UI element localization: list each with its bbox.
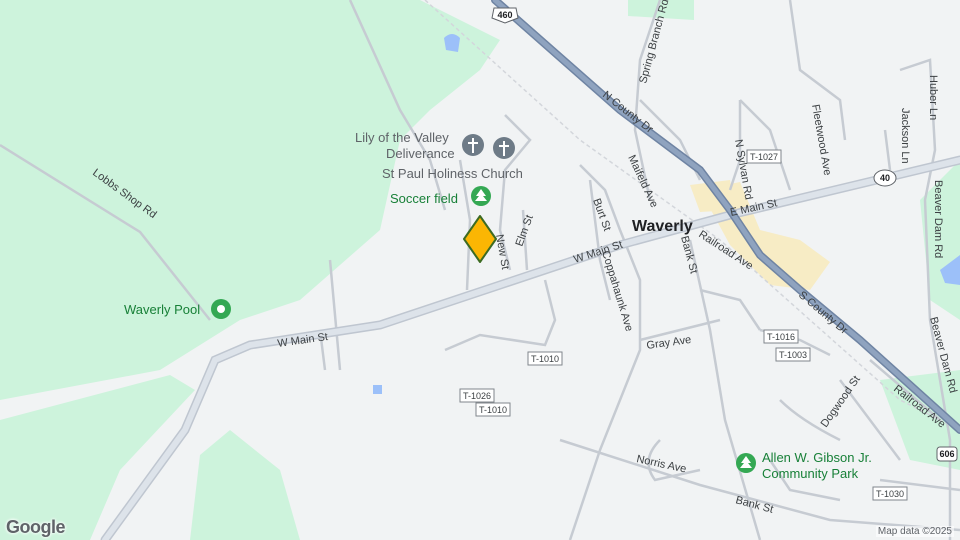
svg-text:T-1010: T-1010	[531, 354, 559, 364]
poi-allen-w-gibson-park[interactable]: Allen W. Gibson Jr. Community Park	[736, 450, 872, 481]
route-shield-t1010-b: T-1010	[475, 402, 511, 417]
svg-text:T-1026: T-1026	[463, 391, 491, 401]
church-icon-2[interactable]	[493, 137, 515, 159]
google-logo: Google	[6, 517, 66, 537]
pool-icon	[211, 299, 231, 319]
label-coppahaunk-ave: Coppahaunk Ave	[599, 249, 635, 332]
svg-text:T-1016: T-1016	[767, 332, 795, 342]
route-shield-t1026: T-1026	[459, 388, 495, 403]
label-bank-st-2: Bank St	[734, 494, 774, 516]
svg-text:Deliverance: Deliverance	[386, 146, 455, 161]
route-shield-t1027: T-1027	[746, 149, 782, 164]
route-shield-t1003: T-1003	[775, 347, 811, 362]
svg-text:Community Park: Community Park	[762, 466, 859, 481]
label-bank-st-1: Bank St	[678, 235, 700, 275]
church-icon	[462, 134, 484, 156]
svg-text:460: 460	[497, 10, 512, 20]
svg-text:T-1027: T-1027	[750, 152, 778, 162]
svg-text:40: 40	[880, 173, 890, 183]
svg-text:T-1003: T-1003	[779, 350, 807, 360]
svg-text:T-1010: T-1010	[479, 405, 507, 415]
poi-waverly-pool[interactable]: Waverly Pool	[124, 299, 231, 319]
pond-north	[444, 34, 460, 52]
svg-text:Allen W. Gibson Jr.: Allen W. Gibson Jr.	[762, 450, 872, 465]
label-huber-ln: Huber Ln	[927, 75, 939, 120]
svg-text:Waverly Pool: Waverly Pool	[124, 302, 200, 317]
route-shield-t1010-a: T-1010	[527, 351, 563, 366]
town-label: Waverly	[632, 218, 693, 235]
label-fleetwood-ave: Fleetwood Ave	[809, 103, 833, 176]
label-w-main-st-1: W Main St	[277, 331, 329, 350]
shield-route-40: 40	[873, 169, 897, 187]
label-elm-st: Elm St	[514, 213, 536, 248]
poi-st-paul-holiness-church[interactable]: St Paul Holiness Church	[382, 166, 523, 181]
shield-route-606: 606	[936, 446, 958, 462]
label-s-county-dr: S County Dr	[796, 289, 850, 337]
poi-soccer-field[interactable]: Soccer field	[390, 186, 491, 206]
label-jackson-ln: Jackson Ln	[899, 108, 911, 164]
svg-text:Soccer field: Soccer field	[390, 191, 458, 206]
route-shield-t1030: T-1030	[872, 486, 908, 501]
map-attribution[interactable]: Map data ©2025	[875, 526, 954, 537]
forest-area-south	[190, 430, 300, 540]
map-canvas[interactable]: 460 40 606 T-1027 T-1016 T-1003 T-1010 T…	[0, 0, 960, 540]
svg-text:Lily of the Valley: Lily of the Valley	[355, 130, 449, 145]
svg-text:T-1030: T-1030	[876, 489, 904, 499]
label-n-county-dr: N County Dr	[600, 89, 655, 136]
route-shield-t1016: T-1016	[763, 329, 799, 344]
tree-icon	[471, 186, 491, 206]
label-beaver-dam-rd-1: Beaver Dam Rd	[932, 180, 944, 258]
svg-text:606: 606	[939, 449, 954, 459]
tree-icon	[736, 453, 756, 473]
svg-text:St Paul Holiness Church: St Paul Holiness Church	[382, 166, 523, 181]
pond-small	[373, 385, 382, 394]
railway-line	[424, 0, 960, 431]
